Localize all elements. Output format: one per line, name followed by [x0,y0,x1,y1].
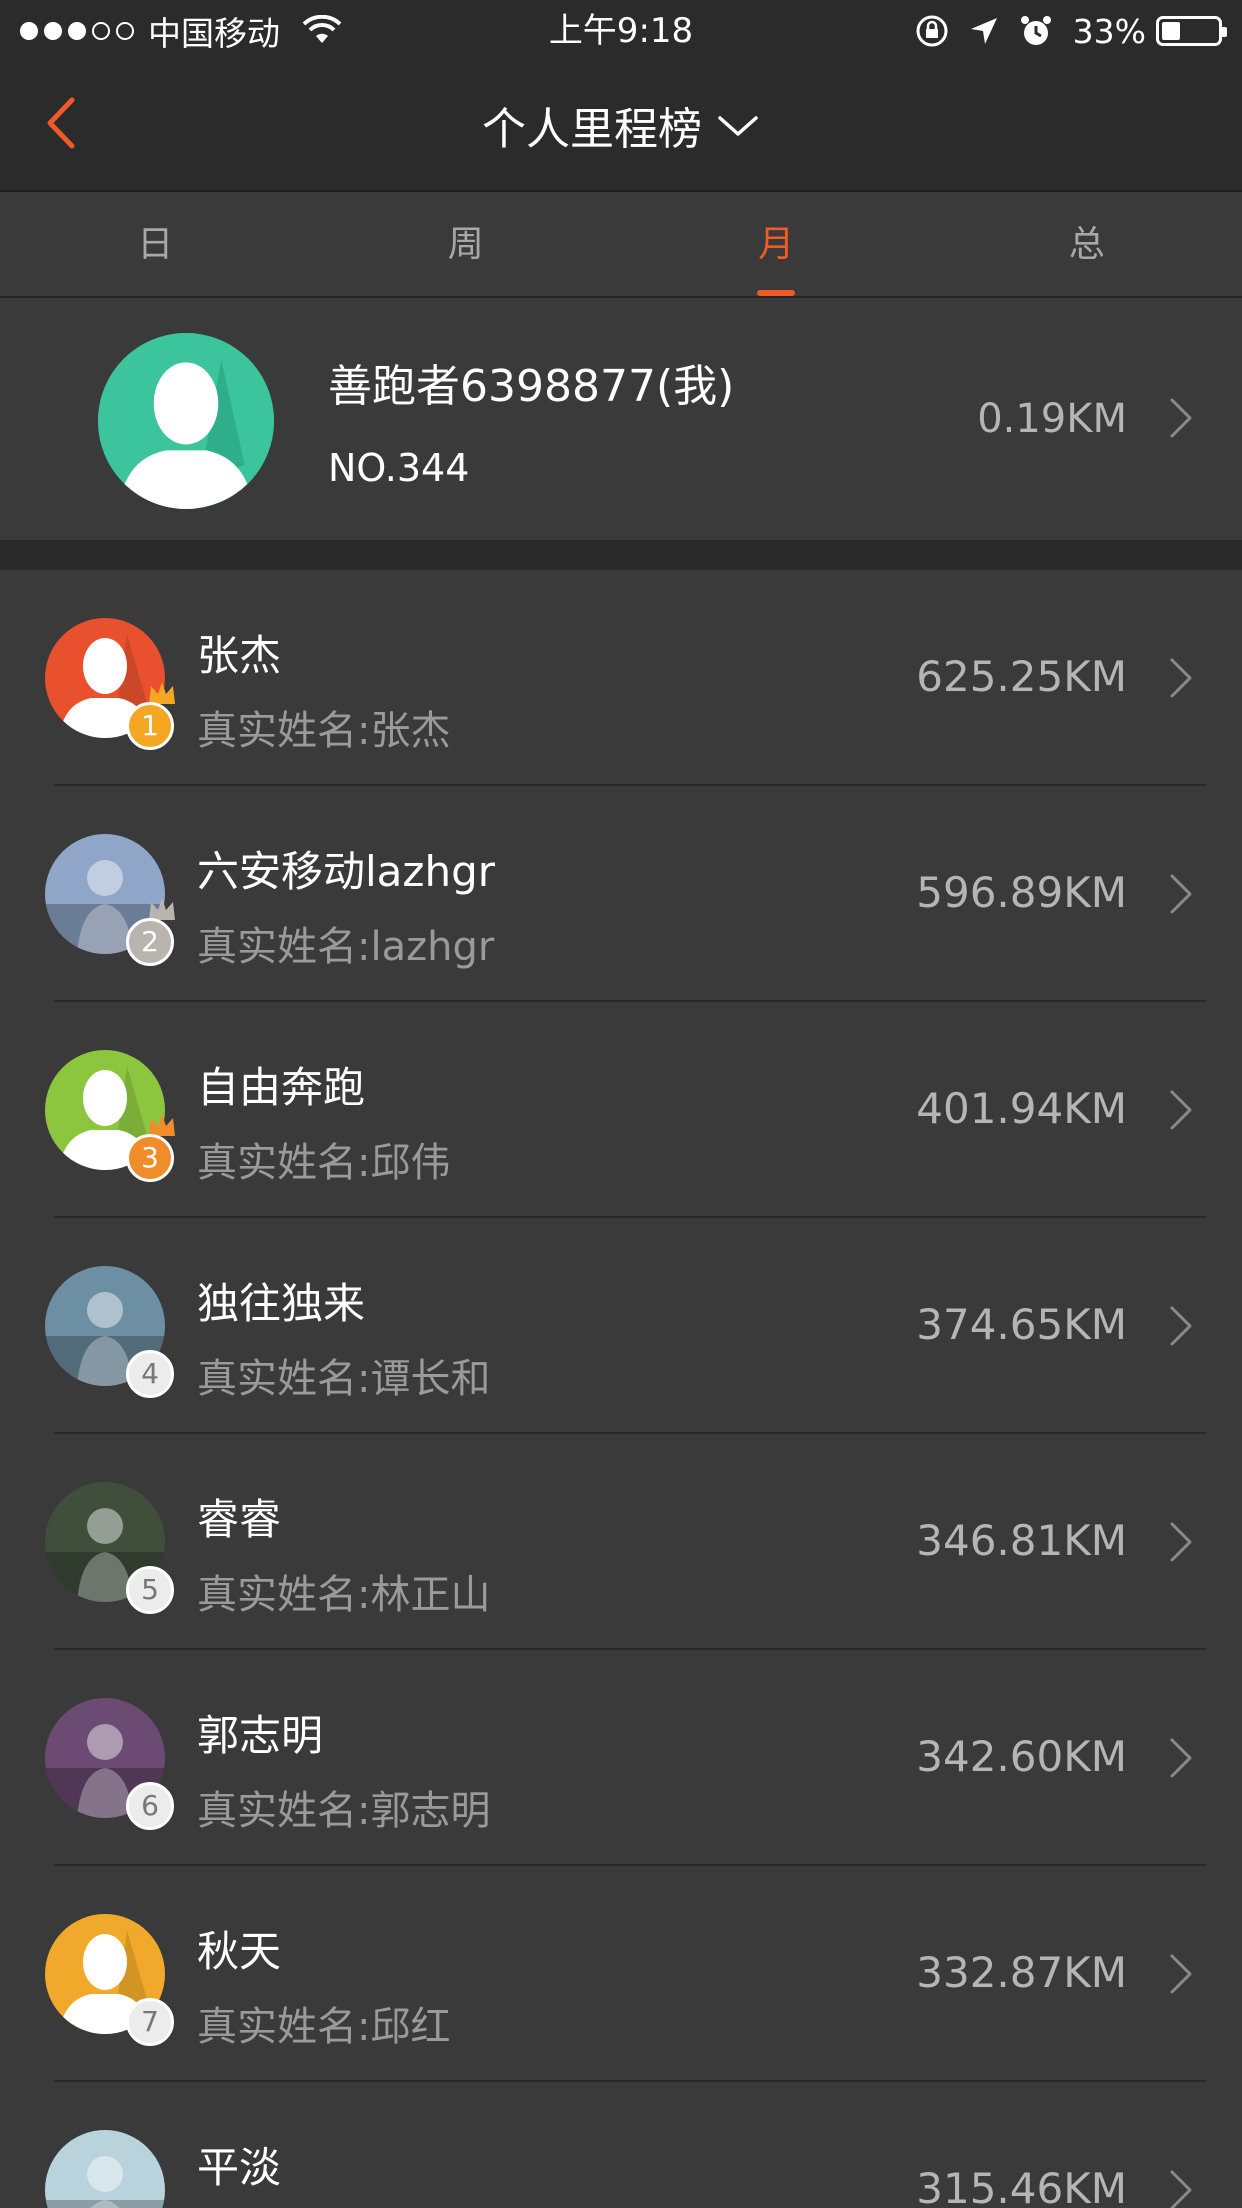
rank-badge: 4 [126,1350,174,1398]
real-name: 真实姓名:张杰 [197,708,451,754]
person-silhouette-icon [98,333,274,509]
ranking-row[interactable]: 4 独往独来真实姓名:谭长和 374.65KM [0,1218,1242,1434]
my-ranking-row[interactable]: 善跑者6398877(我) NO.344 0.19KM [0,298,1242,540]
tab-label: 周 [447,224,484,265]
user-name: 睿睿 [197,1495,282,1544]
tab-label: 总 [1068,224,1105,265]
location-arrow-icon [970,18,997,44]
real-name: 真实姓名:林正山 [197,1572,491,1618]
tab-label: 日 [137,224,174,265]
alarm-icon [1020,16,1051,45]
user-name: 自由奔跑 [197,1063,366,1112]
section-divider [0,540,1242,570]
ranking-list: 1 张杰真实姓名:张杰 625.25KM 2 六安移动lazhgr 真实姓名:lazhgr… [0,570,1242,2208]
user-name: 平淡 [197,2143,282,2192]
rank-badge: 2 [126,918,174,966]
my-rank: NO.344 [328,446,470,490]
tab-day[interactable]: 日 [0,192,311,296]
user-photo-icon [45,2130,165,2208]
status-right: 33% [897,8,1227,54]
chevron-right-icon [1170,1306,1192,1346]
chevron-right-icon [1170,1090,1192,1130]
distance: 342.60KM [916,1732,1127,1781]
user-name: 独往独来 [197,1279,366,1328]
avatar [98,333,274,509]
distance: 315.46KM [916,2164,1127,2208]
chevron-right-icon [1170,2170,1192,2208]
rank-badge: 6 [126,1782,174,1830]
page-title: 个人里程榜 [482,104,702,155]
ranking-row[interactable]: 7 秋天真实姓名:邱红 332.87KM [0,1866,1242,2082]
avatar [45,2130,165,2208]
tab-week[interactable]: 周 [311,192,622,296]
my-distance: 0.19KM [977,396,1127,442]
distance: 346.81KM [916,1516,1127,1565]
tab-total[interactable]: 总 [932,192,1242,296]
ranking-row[interactable]: 1 张杰真实姓名:张杰 625.25KM [0,570,1242,786]
active-tab-indicator [757,290,796,296]
nav-bar: 个人里程榜 [0,62,1242,192]
ranking-row[interactable]: 6 郭志明真实姓名:郭志明 342.60KM [0,1650,1242,1866]
ranking-row[interactable]: 5 睿睿真实姓名:林正山 346.81KM [0,1434,1242,1650]
real-name: 真实姓名:lazhgr [197,924,495,970]
chevron-right-icon [1170,398,1192,438]
user-name: 秋天 [197,1927,282,1976]
battery-icon [1156,16,1227,46]
leaderboard-screen: 中国移动 上午9:18 33% 个人里程榜 日 周 月 总 善跑者6398877… [0,0,1242,2208]
chevron-right-icon [1170,1954,1192,1994]
distance: 625.25KM [916,652,1127,701]
chevron-right-icon [1170,1738,1192,1778]
rank-badge: 5 [126,1566,174,1614]
period-tabs: 日 周 月 总 [0,192,1242,298]
real-name: 真实姓名:邱伟 [197,1140,451,1186]
orientation-lock-icon [916,15,948,47]
user-name: 张杰 [197,631,282,680]
real-name: 真实姓名:邱红 [197,2004,451,2050]
rank-badge: 7 [126,1998,174,2046]
chevron-right-icon [1170,658,1192,698]
battery-percent: 33% [1072,11,1146,51]
ranking-row[interactable]: 3 自由奔跑真实姓名:邱伟 401.94KM [0,1002,1242,1218]
user-name: 六安移动lazhgr [197,847,495,896]
rank-badge: 1 [126,702,174,750]
ranking-row[interactable]: 8平淡315.46KM [0,2082,1242,2208]
tab-label: 月 [758,224,795,265]
real-name: 真实姓名:郭志明 [197,1788,491,1834]
rank-badge: 3 [126,1134,174,1182]
chevron-right-icon [1170,874,1192,914]
leaderboard-type-dropdown[interactable]: 个人里程榜 [0,92,1242,158]
chevron-down-icon [718,116,758,136]
tab-month[interactable]: 月 [621,192,932,296]
distance: 596.89KM [916,868,1127,917]
user-name: 郭志明 [197,1711,324,1760]
my-name: 善跑者6398877(我) [328,361,735,412]
ranking-row[interactable]: 2 六安移动lazhgr 真实姓名:lazhgr 596.89KM [0,786,1242,1002]
distance: 374.65KM [916,1300,1127,1349]
status-bar: 中国移动 上午9:18 33% [0,0,1242,62]
distance: 401.94KM [916,1084,1127,1133]
real-name: 真实姓名:谭长和 [197,1356,491,1402]
distance: 332.87KM [916,1948,1127,1997]
chevron-right-icon [1170,1522,1192,1562]
